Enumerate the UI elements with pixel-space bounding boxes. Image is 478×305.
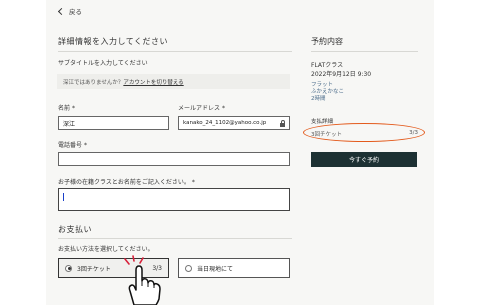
pointing-hand-icon xyxy=(124,255,161,305)
payment-option-onsite[interactable]: 当日現地にて xyxy=(178,258,290,278)
required-mark: * xyxy=(84,142,88,149)
back-label: 戻る xyxy=(69,8,82,16)
child-info-label: お子様の在籍クラスとお名前をご記入ください。 * xyxy=(58,177,195,186)
subtitle-text: サブタイトルを入力してください xyxy=(58,60,148,67)
back-link[interactable]: 戻る xyxy=(57,6,82,16)
reserve-now-button[interactable]: 今すぐ予約 xyxy=(311,152,417,167)
required-mark: * xyxy=(72,105,76,112)
child-info-label-text: お子様の在籍クラスとお名前をご記入ください。 xyxy=(58,179,190,186)
payment-prompt: お支払い方法を選択してください。 xyxy=(58,246,154,253)
summary-title: 予約内容 xyxy=(311,37,343,46)
switch-account-link[interactable]: アカウントを切り替える xyxy=(123,80,183,86)
account-notice: 深江ではありませんか？アカウントを切り替える xyxy=(57,74,290,89)
details-section-title: 詳細情報を入力してください xyxy=(58,37,169,46)
required-mark: * xyxy=(222,105,226,112)
lock-icon xyxy=(280,120,285,127)
phone-label: 電話番号 * xyxy=(58,140,87,149)
divider xyxy=(58,51,292,52)
email-label-text: メールアドレス xyxy=(178,105,221,112)
email-value: kanako_24_1102@yahoo.co.jp xyxy=(183,120,267,126)
divider xyxy=(58,238,292,239)
class-name: FLATクラス xyxy=(311,62,344,69)
divider xyxy=(311,51,418,52)
phone-label-text: 電話番号 xyxy=(58,142,83,149)
required-mark: * xyxy=(191,179,195,186)
child-info-field[interactable] xyxy=(58,188,290,211)
option-label: 当日現地にて xyxy=(197,265,234,273)
class-datetime: 2022年9月12日 9:30 xyxy=(311,71,372,78)
radio-selected-icon xyxy=(65,264,72,272)
name-value: 深江 xyxy=(63,120,76,128)
name-label-text: 名前 xyxy=(58,105,71,112)
chevron-left-icon xyxy=(57,7,66,15)
radio-unselected-icon xyxy=(185,264,192,272)
option-label: 3回チケット xyxy=(77,265,111,273)
highlight-oval xyxy=(303,123,425,142)
name-field[interactable]: 深江 xyxy=(58,116,169,130)
text-caret xyxy=(63,193,64,201)
notice-text: 深江ではありませんか？ xyxy=(63,80,124,86)
email-field[interactable]: kanako_24_1102@yahoo.co.jp xyxy=(178,116,290,130)
name-label: 名前 * xyxy=(58,103,75,112)
email-label: メールアドレス * xyxy=(178,103,225,112)
phone-field[interactable] xyxy=(58,152,290,166)
class-duration: 2時間 xyxy=(311,96,326,102)
payment-section-title: お支払い xyxy=(58,225,92,234)
